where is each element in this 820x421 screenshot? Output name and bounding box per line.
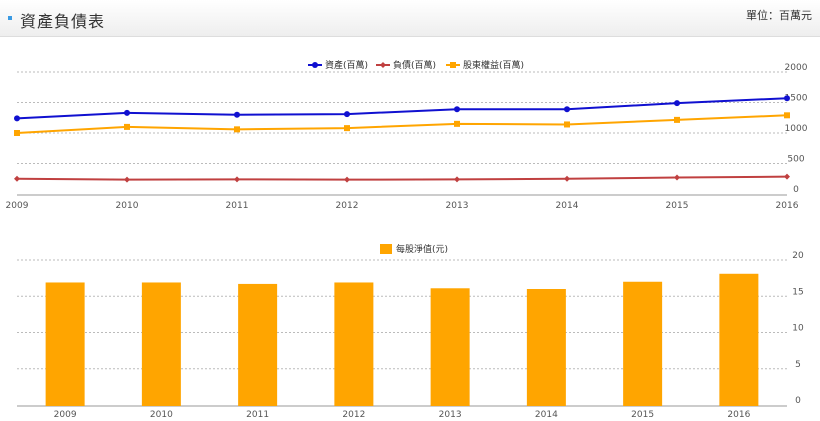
legend-label: 每股淨值(元) [396, 243, 448, 255]
x-tick-label: 2011 [246, 410, 269, 420]
bar [719, 273, 759, 406]
x-tick-label: 2015 [631, 410, 654, 420]
bar-chart: 0 5 10 15 20 2009 2010 2011 2012 2013 2014 2015 2016… [17, 243, 804, 420]
x-tick-label: 2009 [54, 410, 77, 420]
bar [141, 282, 181, 406]
y-tick-label: 10 [792, 324, 804, 334]
x-tick-label: 2014 [535, 410, 558, 420]
x-tick-label: 2012 [342, 410, 365, 420]
legend-marker [380, 244, 392, 254]
bar [430, 288, 470, 406]
x-tick-label: 2016 [727, 410, 750, 420]
x-tick-label: 2013 [439, 410, 462, 420]
bar [45, 282, 85, 406]
y-tick-label: 15 [792, 287, 803, 297]
bar [238, 283, 278, 406]
y-tick-label: 20 [792, 251, 804, 261]
bar [623, 281, 663, 406]
bar [334, 282, 374, 406]
x-tick-label: 2010 [150, 410, 173, 420]
bar [526, 289, 566, 406]
y-tick-label: 0 [795, 396, 801, 406]
y-tick-label: 5 [795, 360, 801, 370]
